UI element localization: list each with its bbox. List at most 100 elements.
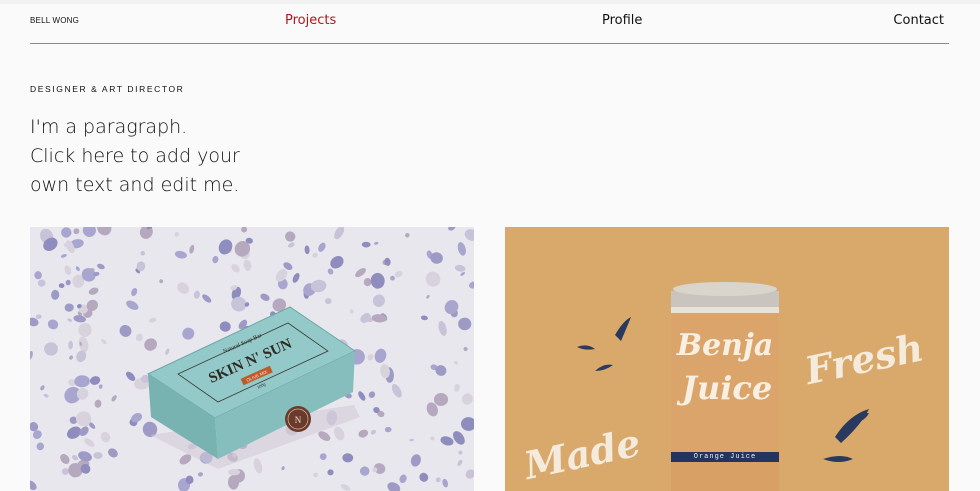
intro-line: own text and edit me.	[30, 174, 240, 196]
terrazzo-chip	[318, 242, 326, 252]
terrazzo-chip	[125, 371, 136, 381]
can-flavor: Orange Juice	[694, 453, 756, 461]
terrazzo-chip	[355, 268, 366, 278]
terrazzo-chip	[82, 227, 96, 237]
terrazzo-chip	[387, 482, 401, 491]
terrazzo-chip	[111, 395, 117, 402]
terrazzo-chip	[44, 342, 58, 356]
terrazzo-chip	[177, 282, 190, 294]
terrazzo-chip	[97, 263, 105, 270]
terrazzo-chip	[64, 303, 74, 312]
terrazzo-chip	[75, 266, 80, 272]
terrazzo-chip	[202, 294, 212, 303]
terrazzo-chip	[219, 321, 231, 332]
intro-paragraph[interactable]: I'm a paragraph. Click here to add your …	[30, 113, 330, 200]
terrazzo-chip	[350, 309, 354, 314]
terrazzo-chip	[67, 318, 73, 322]
terrazzo-chip	[372, 294, 385, 307]
terrazzo-chip	[135, 333, 143, 342]
terrazzo-chip	[425, 271, 441, 287]
terrazzo-chip	[43, 393, 49, 398]
terrazzo-chip	[101, 338, 107, 345]
site-brand[interactable]: BELL WONG	[30, 16, 79, 25]
terrazzo-chip	[212, 255, 219, 264]
terrazzo-chip	[457, 459, 463, 466]
terrazzo-chip	[60, 254, 67, 258]
soap-box-image: Natural Soap Bar SKIN N' SUN OLIVE MIX 1…	[30, 227, 474, 491]
terrazzo-chip	[435, 477, 441, 483]
terrazzo-chip	[368, 391, 376, 398]
project-card-soap[interactable]: Natural Soap Bar SKIN N' SUN OLIVE MIX 1…	[30, 227, 474, 491]
terrazzo-chip	[370, 429, 376, 435]
intro-line: I'm a paragraph.	[30, 116, 188, 138]
terrazzo-chip	[35, 314, 42, 320]
terrazzo-chip	[358, 391, 366, 401]
juice-can-image: Benja Juice Orange Juice Made Fresh	[505, 227, 949, 491]
terrazzo-chip	[363, 278, 372, 287]
terrazzo-chip	[461, 417, 474, 431]
terrazzo-chip	[394, 270, 403, 278]
terrazzo-chip	[465, 469, 474, 479]
role-kicker: DESIGNER & ART DIRECTOR	[30, 84, 185, 94]
terrazzo-chip	[454, 383, 460, 392]
terrazzo-chip	[342, 453, 354, 463]
terrazzo-chip	[165, 348, 170, 355]
terrazzo-chip	[218, 239, 233, 255]
terrazzo-chip	[367, 353, 374, 361]
terrazzo-chip	[292, 272, 300, 283]
terrazzo-chip	[36, 442, 45, 451]
terrazzo-chip	[108, 448, 118, 458]
terrazzo-chip	[78, 451, 92, 462]
terrazzo-chip	[61, 468, 69, 475]
terrazzo-chip	[462, 393, 473, 405]
terrazzo-chip	[241, 227, 248, 233]
terrazzo-chip	[453, 361, 459, 365]
terrazzo-chip	[340, 483, 351, 491]
can-brand-line2: Juice	[676, 369, 772, 407]
terrazzo-chip	[419, 472, 429, 482]
terrazzo-chip	[457, 242, 466, 256]
terrazzo-chip	[174, 231, 180, 237]
terrazzo-chip	[361, 241, 371, 248]
terrazzo-chip	[30, 480, 37, 491]
terrazzo-chip	[100, 431, 111, 443]
intro-line: Click here to add your	[30, 145, 240, 167]
nav-contact[interactable]: Contact	[893, 13, 944, 28]
terrazzo-chip	[174, 250, 187, 259]
terrazzo-chip	[64, 265, 72, 275]
terrazzo-chip	[433, 392, 449, 407]
terrazzo-chip	[420, 315, 428, 321]
terrazzo-chip	[359, 466, 370, 476]
terrazzo-chip	[374, 241, 379, 245]
terrazzo-chip	[327, 268, 334, 275]
terrazzo-chip	[189, 244, 195, 254]
terrazzo-chip	[94, 399, 102, 408]
terrazzo-chip	[358, 429, 369, 438]
terrazzo-chip	[98, 384, 103, 389]
terrazzo-chip	[391, 383, 402, 398]
terrazzo-chip	[313, 472, 319, 478]
terrazzo-chip	[312, 252, 318, 258]
terrazzo-chip	[126, 300, 139, 310]
nav-profile[interactable]: Profile	[602, 13, 642, 28]
site-header: BELL WONG Projects Profile Contact	[30, 0, 949, 44]
terrazzo-chip	[84, 438, 95, 447]
terrazzo-chip	[139, 227, 153, 239]
terrazzo-chip	[444, 300, 459, 315]
terrazzo-chip	[182, 327, 195, 340]
terrazzo-chip	[304, 245, 310, 255]
terrazzo-chip	[458, 317, 472, 331]
terrazzo-chip	[74, 375, 90, 388]
terrazzo-chip	[438, 320, 447, 336]
terrazzo-chip	[97, 227, 112, 236]
terrazzo-chip	[58, 283, 65, 289]
terrazzo-chip	[71, 454, 79, 461]
terrazzo-chip	[426, 294, 430, 299]
nav-projects[interactable]: Projects	[285, 13, 336, 28]
project-card-juice[interactable]: Benja Juice Orange Juice Made Fresh	[505, 227, 949, 491]
terrazzo-chip	[78, 336, 89, 352]
terrazzo-chip	[458, 450, 463, 455]
terrazzo-chip	[390, 275, 395, 281]
terrazzo-chip	[61, 227, 72, 238]
terrazzo-chip	[197, 472, 204, 477]
